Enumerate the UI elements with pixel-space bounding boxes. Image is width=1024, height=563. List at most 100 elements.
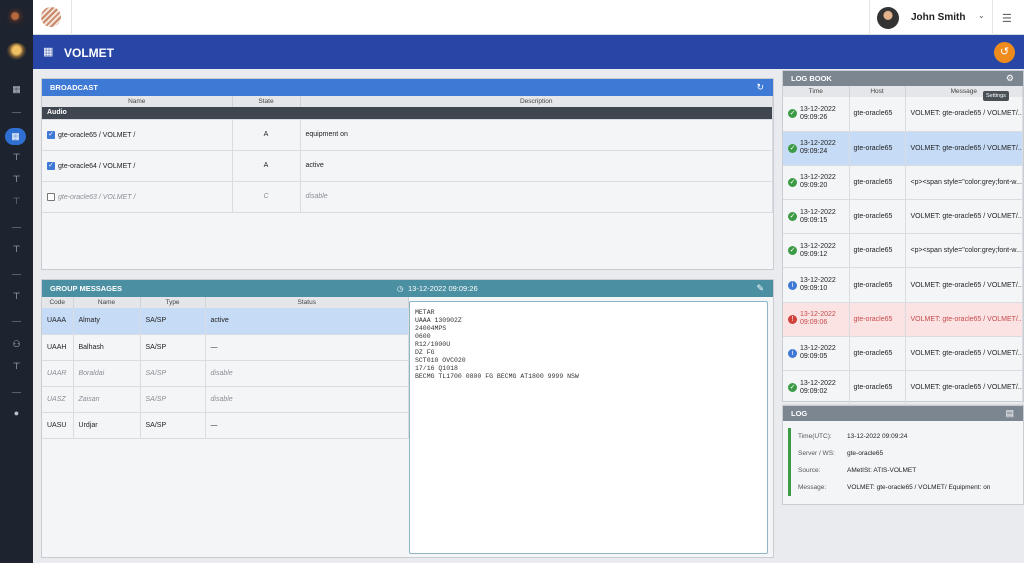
- channel-state: A: [232, 119, 301, 151]
- log-time: 09:09:26: [800, 113, 828, 121]
- metar-message-text[interactable]: METAR UAAA 130902Z 24004MPS 0600 R12/100…: [409, 301, 768, 554]
- table-row[interactable]: ✓13-12-2022 09:09:20 gte-oracle65 <p><span …: [783, 165, 1023, 201]
- broadcast-table: Name State Description Audio ✓ gte-oracle…: [42, 96, 773, 213]
- log-time: 09:09:05: [800, 353, 828, 361]
- table-row[interactable]: UAAR Boraldai SA/SP disable: [42, 360, 409, 387]
- log-message: VOLMET: gte-oracle65 / VOLMET/...: [905, 267, 1023, 303]
- log-field: Source: AMetISt: ATIS-VOLMET: [798, 467, 917, 474]
- log-panel: LOG ▤ Time(UTC): 13-12-2022 09:09:24 Serv…: [782, 405, 1024, 505]
- log-book-panel: LOG BOOK ⚙ Settings Time Host Message ✓1…: [782, 70, 1024, 406]
- dashboard-icon[interactable]: ▦: [9, 83, 24, 96]
- user-icon[interactable]: ●: [9, 407, 24, 420]
- station-status: active: [205, 308, 409, 335]
- log-host: gte-oracle65: [849, 336, 906, 372]
- checkbox-checked[interactable]: ✓: [47, 130, 55, 139]
- column-header[interactable]: Name: [42, 96, 233, 107]
- panel-title: GROUP MESSAGES: [50, 284, 122, 293]
- column-header[interactable]: Status: [205, 297, 409, 308]
- log-host: gte-oracle65: [849, 97, 906, 132]
- table-row[interactable]: ✓13-12-2022 09:09:12 gte-oracle65 <p><span …: [783, 233, 1023, 269]
- log-time: 09:09:02: [800, 387, 828, 395]
- table-row[interactable]: ✓ gte-oracle65 / VOLMET / A equipment on: [42, 119, 773, 151]
- log-date: 13-12-2022: [800, 208, 836, 216]
- broadcast-panel: BROADCAST ↻ Name State Description Audio…: [41, 78, 774, 270]
- table-row[interactable]: ✓13-12-2022 09:09:02 gte-oracle65 VOLMET: g…: [783, 370, 1023, 406]
- antenna-icon[interactable]: ⊤: [9, 290, 24, 303]
- column-header[interactable]: Description: [300, 96, 773, 107]
- station-type: SA/SP: [140, 412, 206, 439]
- table-row[interactable]: UAAA Almaty SA/SP active: [42, 308, 409, 335]
- chevron-down-icon[interactable]: ⌄: [978, 11, 985, 20]
- column-header[interactable]: Time: [783, 86, 850, 97]
- menu-icon[interactable]: ☰: [1002, 12, 1012, 25]
- table-row[interactable]: ✓13-12-2022 09:09:15 gte-oracle65 VOLMET: g…: [783, 199, 1023, 235]
- log-host: gte-oracle65: [849, 165, 906, 201]
- app-avatar[interactable]: [6, 43, 27, 61]
- column-header[interactable]: Code: [42, 297, 74, 308]
- station-code: UAAH: [42, 334, 74, 361]
- table-row[interactable]: UASZ Zaisan SA/SP disable: [42, 386, 409, 413]
- group-messages-header: GROUP MESSAGES ◷ 13-12-2022 09:09:26 ✎: [42, 280, 773, 297]
- station-type: SA/SP: [140, 308, 206, 335]
- brand-logo-icon[interactable]: [41, 7, 61, 27]
- station-code: UAAA: [42, 308, 74, 335]
- antenna-icon[interactable]: ⊤: [9, 151, 24, 164]
- log-host: gte-oracle65: [849, 131, 906, 166]
- table-row[interactable]: i13-12-2022 09:09:10 gte-oracle65 VOLMET: g…: [783, 267, 1023, 303]
- user-menu[interactable]: John Smith ⌄: [869, 0, 993, 35]
- column-header[interactable]: State: [232, 96, 301, 107]
- left-rail: ▦ ▦ ⊤ ⊤ ⊤ ⊤ ⊤ ⚇ ⊤ ●: [0, 0, 33, 563]
- log-field: Server / WS: gte-oracle65: [798, 450, 884, 457]
- column-header[interactable]: Type: [140, 297, 206, 308]
- log-host: gte-oracle65: [849, 267, 906, 303]
- antenna-icon[interactable]: ⊤: [9, 243, 24, 256]
- antenna-icon[interactable]: ⊤: [9, 195, 24, 208]
- status-err-icon: !: [788, 314, 797, 324]
- log-message: <p><span style="color:grey;font-w...: [905, 233, 1023, 269]
- table-row[interactable]: gte-oracle63 / VOLMET / C disable: [42, 181, 773, 213]
- log-host: gte-oracle65: [849, 199, 906, 235]
- group-icon[interactable]: ⚇: [9, 338, 24, 351]
- channel-name: gte-oracle63 / VOLMET /: [58, 193, 136, 201]
- clock-icon: ◷: [397, 284, 404, 293]
- station-name: Urdjar: [73, 412, 141, 439]
- nav-volmet-dashboard-icon[interactable]: ▦: [5, 128, 26, 145]
- channel-state: C: [232, 181, 301, 213]
- edit-icon[interactable]: ✎: [756, 280, 764, 297]
- checkbox-unchecked[interactable]: [47, 192, 55, 201]
- message-timestamp: 13-12-2022 09:09:26: [408, 284, 478, 293]
- refresh-icon[interactable]: ↻: [756, 79, 764, 96]
- dashboard-icon: ▦: [43, 46, 54, 58]
- antenna-icon[interactable]: ⊤: [9, 173, 24, 186]
- history-button[interactable]: ↺: [994, 42, 1015, 63]
- table-row[interactable]: UAAH Balhash SA/SP —: [42, 334, 409, 361]
- log-time: 09:09:06: [800, 319, 828, 327]
- station-type: SA/SP: [140, 360, 206, 387]
- column-header[interactable]: Host: [849, 86, 906, 97]
- station-name: Boraldai: [73, 360, 141, 387]
- group-messages-table: Code Name Type Status UAAA Almaty SA/SP …: [42, 297, 409, 439]
- channel-description: disable: [300, 181, 773, 213]
- checkbox-checked[interactable]: ✓: [47, 161, 55, 170]
- table-row[interactable]: ✓ gte-oracle64 / VOLMET / A active: [42, 150, 773, 182]
- antenna-icon[interactable]: ⊤: [9, 360, 24, 373]
- log-details: Time(UTC): 13-12-2022 09:09:24 Server / W…: [788, 428, 1020, 496]
- panel-title: BROADCAST: [50, 83, 98, 92]
- table-row[interactable]: UASU Urdjar SA/SP —: [42, 412, 409, 439]
- user-name: John Smith: [911, 12, 966, 23]
- maximize-icon[interactable]: ▤: [1005, 406, 1014, 421]
- page-header: ▦ VOLMET ↺: [33, 35, 1024, 69]
- log-message: VOLMET: gte-oracle65 / VOLMET/...: [905, 336, 1023, 372]
- log-book-rows: ✓13-12-2022 09:09:26 gte-oracle65 VOLMET: g…: [783, 97, 1023, 406]
- table-row[interactable]: !13-12-2022 09:09:06 gte-oracle65 VOLMET: g…: [783, 302, 1023, 337]
- log-time: 09:09:20: [800, 182, 828, 190]
- status-ok-icon: ✓: [788, 246, 797, 256]
- table-row[interactable]: i13-12-2022 09:09:05 gte-oracle65 VOLMET: g…: [783, 336, 1023, 372]
- column-header[interactable]: Name: [73, 297, 141, 308]
- table-row[interactable]: ✓13-12-2022 09:09:24 gte-oracle65 VOLMET: g…: [783, 131, 1023, 166]
- gear-icon[interactable]: ⚙: [1006, 71, 1014, 86]
- table-row[interactable]: ✓13-12-2022 09:09:26 gte-oracle65 VOLMET: g…: [783, 97, 1023, 132]
- status-info-icon: i: [788, 348, 797, 358]
- settings-tooltip: Settings: [983, 91, 1009, 101]
- log-date: 13-12-2022: [800, 311, 836, 319]
